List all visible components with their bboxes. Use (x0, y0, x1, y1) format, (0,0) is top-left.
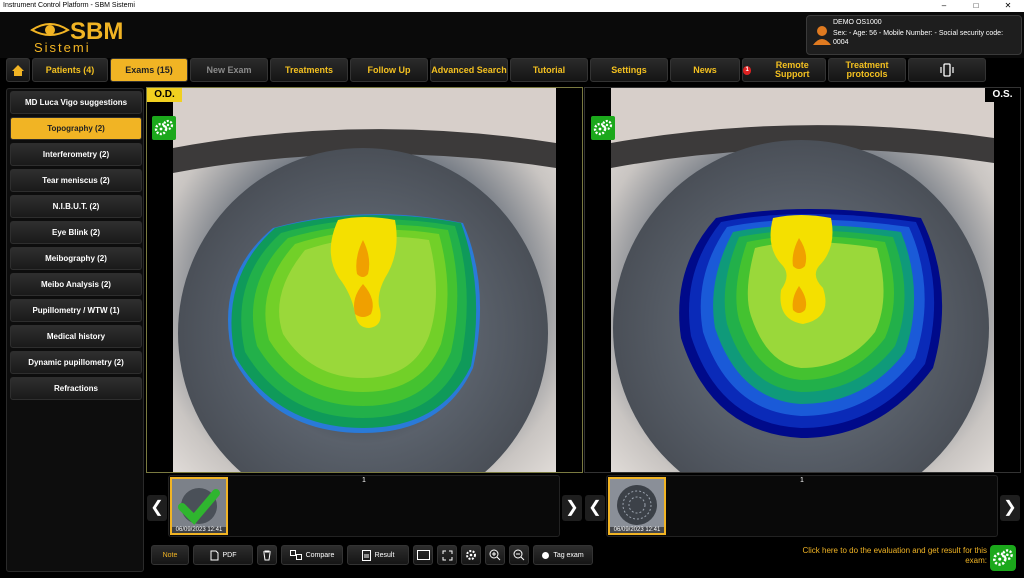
nav-remote-support-label: Remote Support (774, 60, 810, 79)
result-button[interactable]: Result (347, 545, 409, 565)
sidebar-item-nibut[interactable]: N.I.B.U.T. (2) (10, 195, 142, 218)
zoom-in-button[interactable] (485, 545, 505, 565)
nav-follow-up[interactable]: Follow Up (350, 58, 428, 82)
nav-remote-support[interactable]: 1 Remote Support (742, 58, 826, 82)
sidebar-item-tear-meniscus[interactable]: Tear meniscus (2) (10, 169, 142, 192)
sidebar-item-eye-blink[interactable]: Eye Blink (2) (10, 221, 142, 244)
nav-settings[interactable]: Settings (590, 58, 668, 82)
compare-button[interactable]: Compare (281, 545, 343, 565)
nav-news[interactable]: News (670, 58, 740, 82)
settings-tool-button[interactable] (461, 545, 481, 565)
fullscreen-button[interactable] (413, 545, 433, 565)
window-title: Instrument Control Platform - SBM Sistem… (3, 2, 135, 9)
sidebar-item-dynamic-pupillometry[interactable]: Dynamic pupillometry (2) (10, 351, 142, 374)
nav-exams[interactable]: Exams (15) (110, 58, 188, 82)
expand-button[interactable] (437, 545, 457, 565)
minimize-button[interactable]: – (928, 0, 960, 12)
zoom-out-icon (513, 549, 525, 561)
pdf-button[interactable]: PDF (193, 545, 253, 565)
patient-name: DEMO OS1000 (833, 19, 882, 26)
expand-icon (442, 550, 452, 560)
os-thumbnail[interactable]: 06/09/2023 12:41 (608, 477, 666, 535)
result-icon (361, 549, 371, 561)
od-eye-label: O.D. (147, 88, 182, 102)
tag-exam-label: Tag exam (553, 551, 584, 559)
od-topography-map (228, 214, 481, 433)
patient-card[interactable]: DEMO OS1000 Sex: - Age: 56 - Mobile Numb… (806, 15, 1022, 55)
sidebar-item-topography[interactable]: Topography (2) (10, 117, 142, 140)
od-page-number: 1 (362, 477, 366, 484)
evaluation-prompt: Click here to do the evaluation and get … (802, 546, 987, 565)
result-label: Result (374, 551, 395, 559)
pdf-file-icon (210, 550, 218, 560)
sbm-logo: SBM Sistemi (30, 16, 150, 56)
sidebar-item-refractions[interactable]: Refractions (10, 377, 142, 400)
zoom-out-button[interactable] (509, 545, 529, 565)
gears-icon (154, 119, 174, 136)
os-prev-arrow[interactable]: ❮ (585, 495, 605, 521)
eye-logo-icon (30, 23, 70, 36)
sidebar-item-medical-history[interactable]: Medical history (10, 325, 142, 348)
close-button[interactable]: ✕ (992, 0, 1024, 12)
phone-vibrate-icon (940, 63, 954, 77)
app-header: SBM Sistemi DEMO OS1000 Sex: - Age: 56 -… (0, 12, 1024, 58)
os-next-arrow[interactable]: ❯ (1000, 495, 1020, 521)
main-nav: Patients (4) Exams (15) New Exam Treatme… (0, 58, 1024, 82)
logo-sub: Sistemi (34, 40, 91, 55)
od-next-arrow[interactable]: ❯ (562, 495, 582, 521)
od-thumbnail[interactable]: 06/09/2023 12:41 (170, 477, 228, 535)
od-analyze-button[interactable] (152, 116, 176, 140)
sidebar-item-suggestions[interactable]: MD Luca Vigo suggestions (10, 91, 142, 114)
sidebar-item-pupillometry[interactable]: Pupillometry / WTW (1) (10, 299, 142, 322)
zoom-in-icon (489, 549, 501, 561)
tag-exam-button[interactable]: Tag exam (533, 545, 593, 565)
evaluate-result-button[interactable] (990, 545, 1016, 571)
nav-treatments[interactable]: Treatments (270, 58, 348, 82)
user-avatar-icon (813, 26, 831, 45)
checkmark-icon (172, 479, 226, 533)
home-button[interactable] (6, 58, 30, 82)
sidebar-item-meibography[interactable]: Meibography (2) (10, 247, 142, 270)
os-thumbnail-date: 06/09/2023 12:41 (610, 527, 664, 533)
od-thumbnail-date: 06/09/2023 12:41 (172, 527, 226, 533)
gears-icon (593, 119, 613, 136)
pdf-label: PDF (222, 551, 237, 559)
note-button[interactable]: Note (151, 545, 189, 565)
rectangle-icon (416, 550, 430, 560)
tag-dot-icon (542, 551, 550, 559)
od-eye-topography-image[interactable] (173, 88, 556, 472)
nav-treatment-protocols[interactable]: Treatment protocols (828, 58, 906, 82)
compare-label: Compare (305, 551, 335, 559)
cog-eye-icon (466, 550, 476, 560)
nav-device[interactable] (908, 58, 986, 82)
nav-tutorial[interactable]: Tutorial (510, 58, 588, 82)
notification-badge: 1 (743, 65, 752, 75)
os-eye-topography-image[interactable] (611, 88, 994, 472)
compare-icon (289, 550, 302, 560)
sidebar-item-meibo-analysis[interactable]: Meibo Analysis (2) (10, 273, 142, 296)
home-icon (12, 64, 24, 76)
exam-type-sidebar: MD Luca Vigo suggestions Topography (2) … (6, 88, 144, 572)
window-titlebar: Instrument Control Platform - SBM Sistem… (0, 0, 1024, 12)
eye-thumbnail-icon (610, 479, 664, 533)
sidebar-item-interferometry[interactable]: Interferometry (2) (10, 143, 142, 166)
patient-info: Sex: - Age: 56 - Mobile Number: - Social… (833, 30, 1004, 46)
trash-icon (263, 550, 271, 560)
os-page-number: 1 (800, 477, 804, 484)
delete-button[interactable] (257, 545, 277, 565)
os-analyze-button[interactable] (591, 116, 615, 140)
maximize-button[interactable]: □ (960, 0, 992, 12)
os-eye-label: O.S. (985, 88, 1020, 102)
nav-patients[interactable]: Patients (4) (32, 58, 108, 82)
od-prev-arrow[interactable]: ❮ (147, 495, 167, 521)
gears-icon (993, 549, 1013, 566)
nav-advanced-search[interactable]: Advanced Search (430, 58, 508, 82)
nav-new-exam[interactable]: New Exam (190, 58, 268, 82)
